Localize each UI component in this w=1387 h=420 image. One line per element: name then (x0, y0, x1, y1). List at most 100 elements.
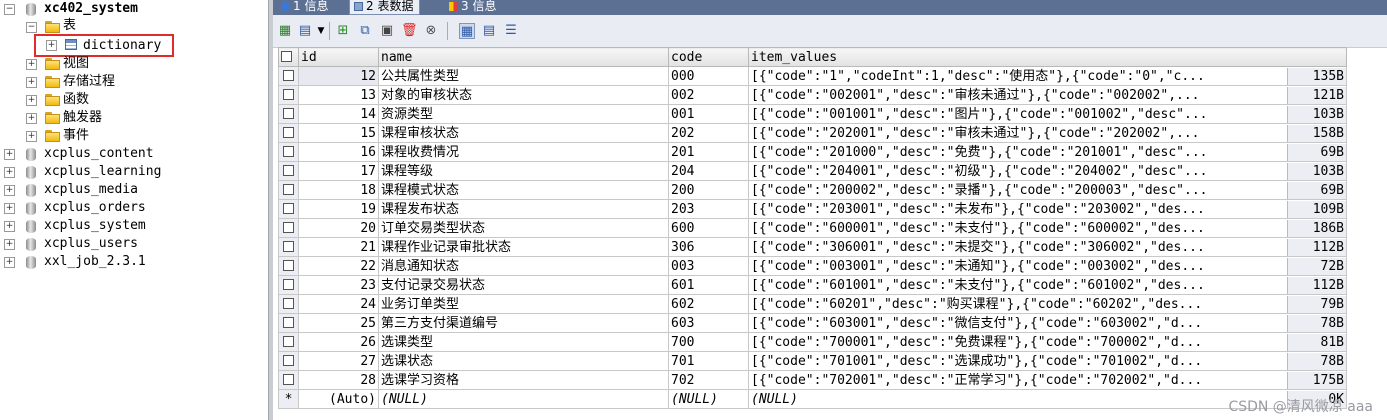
table-row[interactable]: 26 选课类型 700 [{"code":"700001","desc":"免费… (278, 332, 1347, 352)
expand-icon[interactable]: + (26, 95, 37, 106)
tab-info-3[interactable]: 3 信息 (445, 0, 502, 13)
table-row[interactable]: 15 课程审核状态 202 [{"code":"202001","desc":"… (278, 123, 1347, 143)
cell-id[interactable]: 19 (298, 199, 379, 219)
cell-id[interactable]: 28 (298, 370, 379, 390)
table-row[interactable]: 17 课程等级 204 [{"code":"204001","desc":"初级… (278, 161, 1347, 181)
expand-icon[interactable]: + (4, 185, 15, 196)
cell-id[interactable]: 23 (298, 275, 379, 295)
cell-code[interactable]: (NULL) (668, 389, 749, 409)
cell-id[interactable]: 26 (298, 332, 379, 352)
tree-db-item[interactable]: xcplus_system (44, 217, 146, 235)
cell-code[interactable]: 002 (668, 85, 749, 105)
cell-name[interactable]: 课程等级 (378, 161, 669, 181)
column-header-item-values[interactable]: item_values (748, 47, 1347, 67)
tree-folder-item[interactable]: 视图 (63, 55, 89, 73)
row-checkbox[interactable] (278, 85, 299, 105)
cell-name[interactable]: 第三方支付渠道编号 (378, 313, 669, 333)
expand-icon[interactable]: + (4, 221, 15, 232)
cell-code[interactable]: 001 (668, 104, 749, 124)
row-checkbox[interactable] (278, 104, 299, 124)
table-row[interactable]: 21 课程作业记录审批状态 306 [{"code":"306001","des… (278, 237, 1347, 257)
row-checkbox[interactable] (278, 199, 299, 219)
cell-code[interactable]: 000 (668, 66, 749, 86)
cell-code[interactable]: 702 (668, 370, 749, 390)
table-row[interactable]: 16 课程收费情况 201 [{"code":"201000","desc":"… (278, 142, 1347, 162)
expand-icon[interactable]: + (4, 239, 15, 250)
cell-item-values[interactable]: [{"code":"701001","desc":"选课成功"},{"code"… (748, 351, 1347, 371)
table-row[interactable]: 13 对象的审核状态 002 [{"code":"002001","desc":… (278, 85, 1347, 105)
cell-name[interactable]: 公共属性类型 (378, 66, 669, 86)
tree-folder-item[interactable]: 函数 (63, 91, 89, 109)
cell-name[interactable]: 对象的审核状态 (378, 85, 669, 105)
cell-item-values[interactable]: [{"code":"001001","desc":"图片"},{"code":"… (748, 104, 1347, 124)
expand-icon[interactable]: + (4, 167, 15, 178)
cell-code[interactable]: 701 (668, 351, 749, 371)
cell-name[interactable]: 选课类型 (378, 332, 669, 352)
cell-name[interactable]: 课程作业记录审批状态 (378, 237, 669, 257)
cell-code[interactable]: 003 (668, 256, 749, 276)
row-checkbox[interactable] (278, 351, 299, 371)
cell-name[interactable]: 资源类型 (378, 104, 669, 124)
table-row[interactable]: 25 第三方支付渠道编号 603 [{"code":"603001","desc… (278, 313, 1347, 333)
row-checkbox[interactable] (278, 66, 299, 86)
table-row[interactable]: 22 消息通知状态 003 [{"code":"003001","desc":"… (278, 256, 1347, 276)
cell-name[interactable]: 支付记录交易状态 (378, 275, 669, 295)
row-checkbox[interactable] (278, 256, 299, 276)
cell-code[interactable]: 201 (668, 142, 749, 162)
cell-id[interactable]: 13 (298, 85, 379, 105)
expand-icon[interactable]: + (26, 131, 37, 142)
column-header-code[interactable]: code (668, 47, 749, 67)
cell-item-values[interactable]: [{"code":"603001","desc":"微信支付"},{"code"… (748, 313, 1347, 333)
cell-id[interactable]: 18 (298, 180, 379, 200)
tree-db-item[interactable]: xcplus_users (44, 235, 138, 253)
row-checkbox[interactable] (278, 180, 299, 200)
table-row[interactable]: 20 订单交易类型状态 600 [{"code":"600001","desc"… (278, 218, 1347, 238)
cell-name[interactable]: 选课状态 (378, 351, 669, 371)
row-checkbox[interactable] (278, 142, 299, 162)
cell-item-values[interactable]: [{"code":"702001","desc":"正常学习"},{"code"… (748, 370, 1347, 390)
row-checkbox[interactable] (278, 275, 299, 295)
tree-db-item[interactable]: xcplus_orders (44, 199, 146, 217)
cell-item-values[interactable]: [{"code":"202001","desc":"审核未通过"},{"code… (748, 123, 1347, 143)
cell-code[interactable]: 700 (668, 332, 749, 352)
cell-name[interactable]: 业务订单类型 (378, 294, 669, 314)
cell-code[interactable]: 600 (668, 218, 749, 238)
expand-icon[interactable]: + (26, 77, 37, 88)
table-row[interactable]: 24 业务订单类型 602 [{"code":"60201","desc":"购… (278, 294, 1347, 314)
cell-id[interactable]: 17 (298, 161, 379, 181)
tab-info-1[interactable]: 1 信息 (277, 0, 334, 13)
cell-name[interactable]: 课程审核状态 (378, 123, 669, 143)
tree-db-root[interactable]: xc402_system (44, 0, 138, 18)
row-checkbox[interactable] (278, 218, 299, 238)
cell-item-values[interactable]: [{"code":"700001","desc":"免费课程"},{"code"… (748, 332, 1347, 352)
tree-folder-item[interactable]: 事件 (63, 127, 89, 145)
cell-name[interactable]: 课程发布状态 (378, 199, 669, 219)
tree-folder-tables[interactable]: 表 (63, 17, 76, 35)
cell-code[interactable]: 203 (668, 199, 749, 219)
cell-id[interactable]: 21 (298, 237, 379, 257)
table-row[interactable]: 12 公共属性类型 000 [{"code":"1","codeInt":1,"… (278, 66, 1347, 86)
cell-code[interactable]: 602 (668, 294, 749, 314)
cell-item-values[interactable]: [{"code":"306001","desc":"未提交"},{"code":… (748, 237, 1347, 257)
row-checkbox[interactable] (278, 123, 299, 143)
cell-item-values[interactable]: [{"code":"002001","desc":"审核未通过"},{"code… (748, 85, 1347, 105)
cell-id[interactable]: 12 (298, 66, 379, 86)
cell-name[interactable]: (NULL) (378, 389, 669, 409)
column-header-name[interactable]: name (378, 47, 669, 67)
expand-icon[interactable]: + (4, 149, 15, 160)
delete-icon[interactable]: 🗑 (401, 23, 418, 39)
cell-id[interactable]: 25 (298, 313, 379, 333)
row-checkbox[interactable] (278, 313, 299, 333)
cell-item-values[interactable]: [{"code":"204001","desc":"初级"},{"code":"… (748, 161, 1347, 181)
cell-name[interactable]: 课程模式状态 (378, 180, 669, 200)
form-view-icon[interactable]: ▤ (481, 23, 497, 39)
cell-id[interactable]: 15 (298, 123, 379, 143)
cell-item-values[interactable]: [{"code":"600001","desc":"未支付"},{"code":… (748, 218, 1347, 238)
duplicate-row-icon[interactable]: ⧉ (357, 23, 373, 39)
cell-item-values[interactable]: [{"code":"1","codeInt":1,"desc":"使用态"},{… (748, 66, 1347, 86)
cell-id[interactable]: (Auto) (298, 389, 379, 409)
cell-item-values[interactable]: [{"code":"601001","desc":"未支付"},{"code":… (748, 275, 1347, 295)
table-row[interactable]: 18 课程模式状态 200 [{"code":"200002","desc":"… (278, 180, 1347, 200)
add-row-icon[interactable]: ⊞ (335, 23, 351, 39)
cell-code[interactable]: 200 (668, 180, 749, 200)
